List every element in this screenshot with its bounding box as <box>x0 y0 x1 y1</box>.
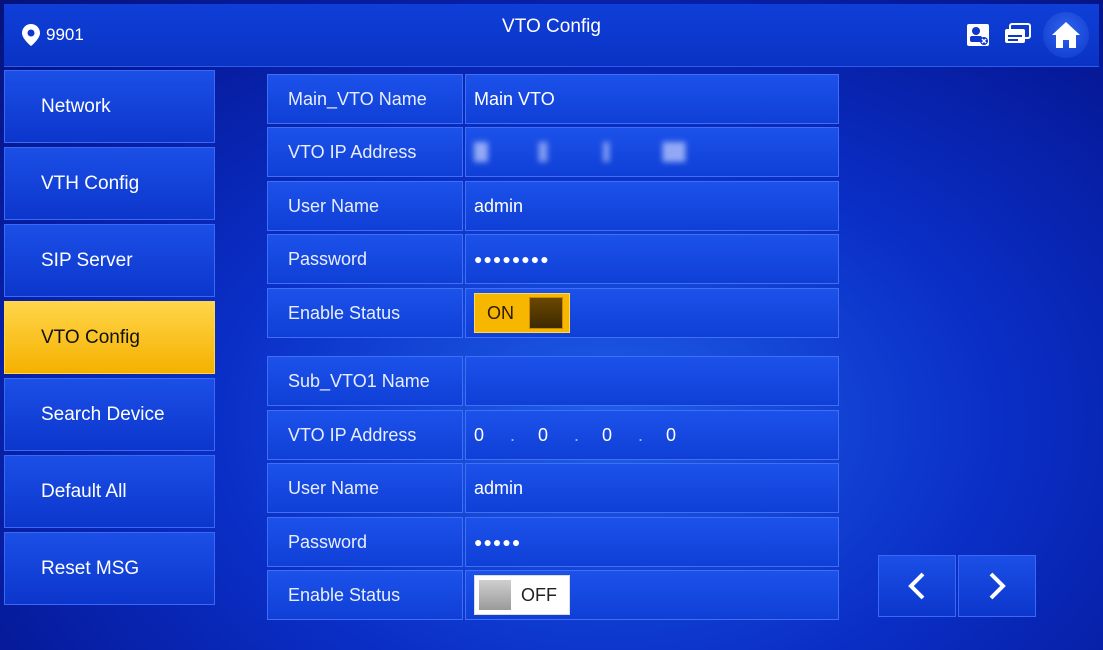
main-vto-password-row: Password ●●●●●●●● <box>267 234 839 284</box>
message-icon[interactable] <box>1003 20 1033 50</box>
sidebar-item-vto-config[interactable]: VTO Config <box>4 301 215 374</box>
sub-vto1-password-field[interactable]: ●●●●● <box>465 517 839 567</box>
header-bar: 9901 VTO Config <box>4 4 1099 67</box>
sub-vto1-user-row: User Name admin <box>267 463 839 513</box>
main-vto-password-label: Password <box>267 234 463 284</box>
sub-vto1-enable-cell: OFF <box>465 570 839 620</box>
chevron-left-icon <box>908 572 925 600</box>
main-vto-password-field[interactable]: ●●●●●●●● <box>465 234 839 284</box>
main-vto-name-field[interactable]: Main VTO <box>465 74 839 124</box>
sub-vto1-enable-label: Enable Status <box>267 570 463 620</box>
home-icon <box>1052 22 1080 48</box>
main-vto-name-row: Main_VTO Name Main VTO <box>267 74 839 124</box>
home-button[interactable] <box>1043 12 1089 58</box>
main-vto-ip-row: VTO IP Address <box>267 127 839 177</box>
sidebar-item-sip-server[interactable]: SIP Server <box>4 224 215 297</box>
contact-icon[interactable] <box>963 20 993 50</box>
toggle-knob <box>529 297 563 329</box>
blurred-ip <box>474 142 704 162</box>
main-vto-enable-row: Enable Status ON <box>267 288 839 338</box>
main-vto-ip-field[interactable] <box>465 127 839 177</box>
sub-vto1-ip-row: VTO IP Address 0 . 0 . 0 . 0 <box>267 410 839 460</box>
prev-page-button[interactable] <box>878 555 956 617</box>
sub-vto1-ip-field[interactable]: 0 . 0 . 0 . 0 <box>465 410 839 460</box>
main-vto-user-row: User Name admin <box>267 181 839 231</box>
page-title: VTO Config <box>502 16 601 37</box>
sub-vto1-password-label: Password <box>267 517 463 567</box>
ip-separator: . <box>574 424 580 445</box>
ip-octet-3[interactable]: 0 <box>602 425 638 446</box>
sidebar-item-reset-msg[interactable]: Reset MSG <box>4 532 215 605</box>
toggle-knob <box>479 580 511 610</box>
sub-vto1-name-field[interactable] <box>465 356 839 406</box>
ip-separator: . <box>638 424 644 445</box>
ip-separator: . <box>510 424 516 445</box>
ip-octet-2[interactable]: 0 <box>538 425 574 446</box>
sub-vto1-user-label: User Name <box>267 463 463 513</box>
main-vto-enable-label: Enable Status <box>267 288 463 338</box>
main-vto-name-label: Main_VTO Name <box>267 74 463 124</box>
ip-octet-1[interactable]: 0 <box>474 425 510 446</box>
sub-vto1-user-field[interactable]: admin <box>465 463 839 513</box>
sub-vto1-name-label: Sub_VTO1 Name <box>267 356 463 406</box>
chevron-right-icon <box>989 572 1006 600</box>
main-vto-enable-toggle[interactable]: ON <box>474 293 570 333</box>
ip-octets: 0 . 0 . 0 . 0 <box>474 425 702 446</box>
sidebar-item-default-all[interactable]: Default All <box>4 455 215 528</box>
sidebar-item-vth-config[interactable]: VTH Config <box>4 147 215 220</box>
sub-vto1-password-row: Password ●●●●● <box>267 517 839 567</box>
next-page-button[interactable] <box>958 555 1036 617</box>
main-vto-enable-cell: ON <box>465 288 839 338</box>
sub-vto1-enable-toggle[interactable]: OFF <box>474 575 570 615</box>
sidebar-item-network[interactable]: Network <box>4 70 215 143</box>
pager <box>878 555 1036 617</box>
sub-vto1-ip-label: VTO IP Address <box>267 410 463 460</box>
ip-octet-4[interactable]: 0 <box>666 425 702 446</box>
screen: 9901 VTO Config Network VTH Config SIP S… <box>4 4 1099 646</box>
sidebar-item-search-device[interactable]: Search Device <box>4 378 215 451</box>
main-vto-user-field[interactable]: admin <box>465 181 839 231</box>
sub-vto1-enable-row: Enable Status OFF <box>267 570 839 620</box>
main-vto-user-label: User Name <box>267 181 463 231</box>
sub-vto1-name-row: Sub_VTO1 Name <box>267 356 839 406</box>
main-vto-ip-label: VTO IP Address <box>267 127 463 177</box>
